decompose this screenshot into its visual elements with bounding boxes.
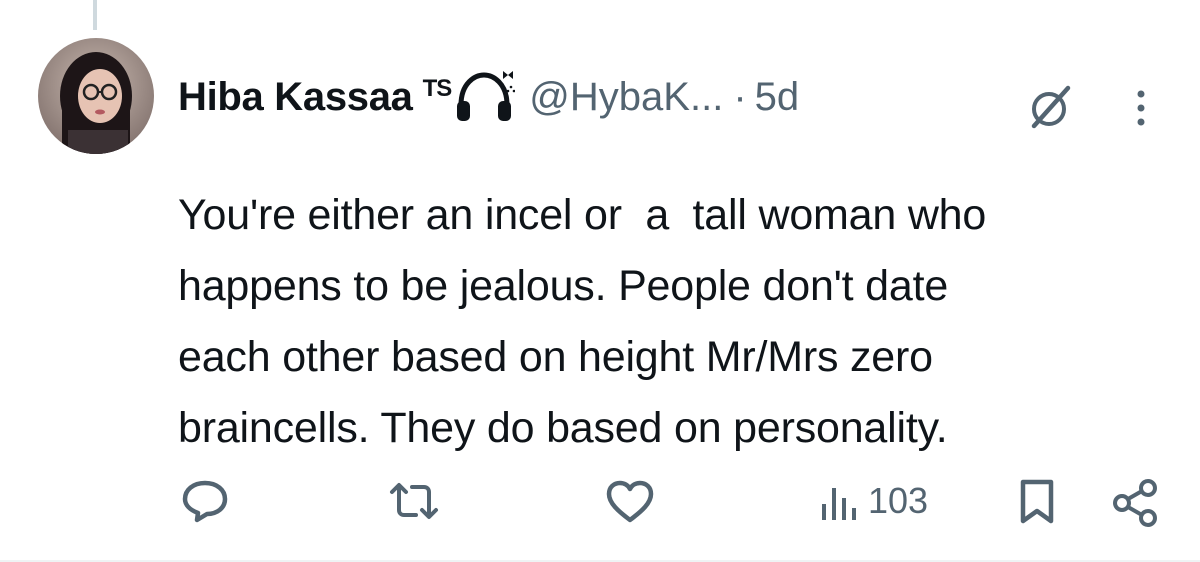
avatar[interactable] xyxy=(38,38,154,154)
display-name[interactable]: Hiba Kassaa xyxy=(178,75,413,120)
views-button[interactable]: 103 xyxy=(818,478,928,524)
tweet-text: You're either an incel or a tall woman w… xyxy=(178,191,987,452)
grok-icon[interactable] xyxy=(1028,84,1074,130)
action-bar: 103 xyxy=(0,470,1200,530)
more-icon[interactable] xyxy=(1124,86,1158,130)
retweet-icon xyxy=(390,483,438,519)
user-handle[interactable]: @HybaK... xyxy=(529,75,723,120)
like-button[interactable] xyxy=(604,478,656,524)
views-count: 103 xyxy=(868,480,929,521)
views-icon xyxy=(822,488,856,520)
share-button[interactable] xyxy=(1110,478,1162,528)
timestamp[interactable]: 5d xyxy=(755,75,800,120)
thread-line xyxy=(93,0,97,30)
reply-button[interactable] xyxy=(180,478,230,524)
reply-icon xyxy=(182,480,228,523)
separator-dot: · xyxy=(733,74,747,119)
tweet[interactable]: Hiba Kassaa TS @HybaK... · 5d You're eit… xyxy=(0,0,1200,562)
like-icon xyxy=(606,480,654,523)
retweet-button[interactable] xyxy=(386,478,442,524)
share-icon xyxy=(1113,479,1157,527)
name-emoji-group: TS xyxy=(423,69,516,125)
bookmark-icon xyxy=(1020,479,1054,524)
tweet-header: Hiba Kassaa TS @HybaK... · 5d xyxy=(178,62,799,132)
name-tag: TS xyxy=(422,75,453,102)
bookmark-button[interactable] xyxy=(1016,478,1058,526)
headphones-icon xyxy=(457,71,516,121)
